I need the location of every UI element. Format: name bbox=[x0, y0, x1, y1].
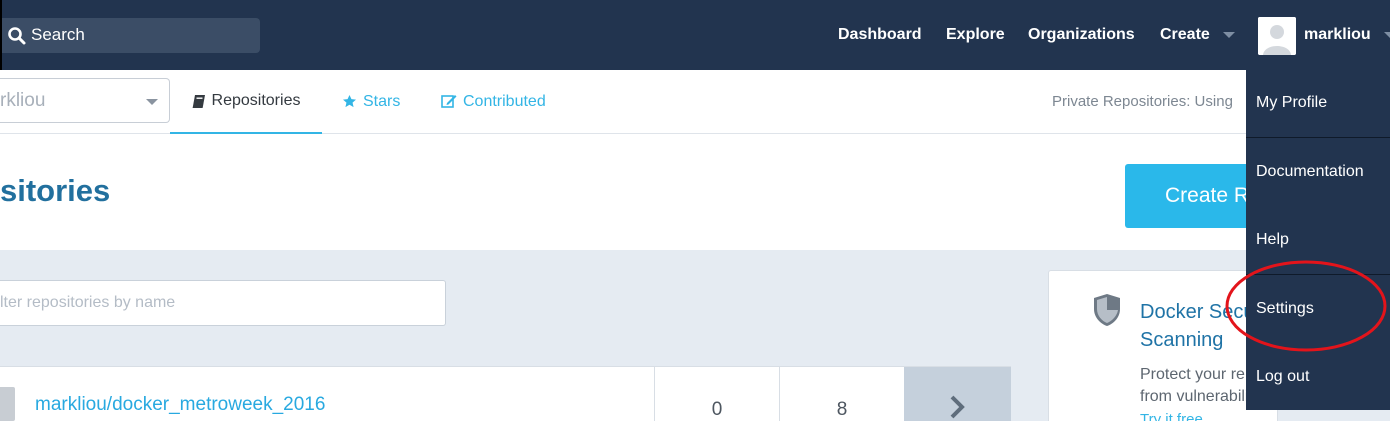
menu-divider bbox=[1246, 274, 1390, 275]
namespace-select[interactable]: rkliou bbox=[0, 78, 170, 123]
sub-navbar: rkliou Repositories Stars Contributed Pr… bbox=[0, 70, 1390, 134]
menu-item-documentation[interactable]: Documentation bbox=[1256, 163, 1364, 181]
repository-stars-count: 0 bbox=[654, 367, 779, 421]
book-icon bbox=[192, 94, 205, 108]
tab-stars-label: Stars bbox=[363, 92, 401, 110]
user-avatar-icon[interactable] bbox=[1258, 17, 1296, 55]
repository-pulls-count: 8 bbox=[779, 367, 904, 421]
private-repositories-info: Private Repositories: Using bbox=[1052, 93, 1233, 110]
top-navbar: Dashboard Explore Organizations Create m… bbox=[0, 0, 1390, 70]
filter-repositories-input[interactable]: lter repositories by name bbox=[0, 280, 446, 326]
user-dropdown-menu: My Profile Documentation Help Settings L… bbox=[1246, 70, 1390, 410]
repository-name-link[interactable]: markliou/docker_metroweek_2016 bbox=[35, 394, 325, 416]
tab-stars[interactable]: Stars bbox=[342, 70, 400, 133]
security-scanning-promo: Docker Secu Scanning Protect your re fro… bbox=[1048, 270, 1278, 421]
promo-try-link[interactable]: Try it free bbox=[1140, 411, 1203, 421]
star-icon bbox=[343, 94, 356, 108]
repository-icon bbox=[0, 387, 15, 421]
user-chevron-down-icon[interactable] bbox=[1384, 32, 1390, 38]
tab-underline-divider bbox=[322, 133, 568, 134]
nav-explore-link[interactable]: Explore bbox=[946, 25, 1005, 45]
menu-divider bbox=[1246, 137, 1390, 138]
menu-item-settings[interactable]: Settings bbox=[1256, 300, 1314, 318]
search-box[interactable] bbox=[2, 18, 260, 53]
nav-create-link[interactable]: Create bbox=[1160, 25, 1210, 45]
tab-contributed[interactable]: Contributed bbox=[441, 70, 546, 133]
repository-row[interactable]: markliou/docker_metroweek_2016 0 8 bbox=[0, 366, 1011, 421]
search-icon bbox=[8, 27, 26, 45]
chevron-right-icon bbox=[950, 395, 965, 419]
repository-details-button[interactable] bbox=[904, 367, 1011, 421]
nav-organizations-link[interactable]: Organizations bbox=[1028, 25, 1135, 45]
edit-icon bbox=[441, 95, 457, 108]
tab-contributed-label: Contributed bbox=[463, 92, 546, 110]
page-title: sitories bbox=[0, 173, 111, 208]
menu-item-help[interactable]: Help bbox=[1256, 231, 1289, 249]
create-repository-button[interactable]: Create R bbox=[1125, 164, 1265, 228]
chevron-down-icon bbox=[146, 99, 158, 105]
namespace-value: rkliou bbox=[0, 90, 46, 111]
search-input[interactable] bbox=[31, 24, 251, 46]
menu-item-log-out[interactable]: Log out bbox=[1256, 368, 1309, 386]
create-chevron-down-icon[interactable] bbox=[1223, 32, 1235, 38]
username-label[interactable]: markliou bbox=[1304, 25, 1371, 45]
tab-repositories[interactable]: Repositories bbox=[170, 70, 322, 134]
nav-dashboard-link[interactable]: Dashboard bbox=[838, 25, 922, 45]
shield-icon bbox=[1094, 294, 1120, 326]
filter-placeholder: lter repositories by name bbox=[0, 294, 176, 311]
menu-item-my-profile[interactable]: My Profile bbox=[1256, 94, 1327, 112]
tab-repositories-label: Repositories bbox=[211, 92, 301, 109]
